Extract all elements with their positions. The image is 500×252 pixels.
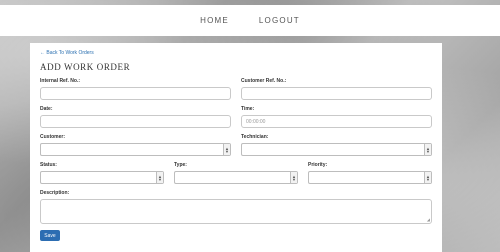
ref-row: Internal Ref. No.: Customer Ref. No.:	[40, 78, 432, 100]
time-field: Time: 00:00:00	[241, 106, 432, 128]
internal-ref-label: Internal Ref. No.:	[40, 78, 81, 84]
customer-label: Customer:	[40, 134, 66, 140]
internal-ref-input[interactable]	[40, 87, 231, 100]
select-arrows-icon: ▲ ▼	[156, 172, 163, 183]
date-time-row: Date: Time: 00:00:00	[40, 106, 432, 128]
time-input[interactable]: 00:00:00	[241, 115, 432, 128]
work-order-form-panel: ← Back To Work Orders ADD WORK ORDER Int…	[30, 43, 442, 252]
nav-logout-link[interactable]: LOGOUT	[259, 16, 300, 25]
description-label: Description:	[40, 190, 70, 196]
customer-ref-label: Customer Ref. No.:	[241, 78, 287, 84]
customer-ref-input[interactable]	[241, 87, 432, 100]
date-input[interactable]	[40, 115, 231, 128]
type-label: Type:	[174, 162, 187, 168]
customer-field: Customer: ▲ ▼	[40, 134, 231, 156]
priority-label: Priority:	[308, 162, 328, 168]
date-field: Date:	[40, 106, 231, 128]
type-select[interactable]: ▲ ▼	[174, 171, 298, 184]
customer-ref-field: Customer Ref. No.:	[241, 78, 432, 100]
internal-ref-field: Internal Ref. No.:	[40, 78, 231, 100]
select-arrows-icon: ▲ ▼	[290, 172, 297, 183]
priority-field: Priority: ▲ ▼	[308, 162, 432, 184]
status-type-priority-row: Status: ▲ ▼ Type: ▲ ▼ Priority: ▲ ▼	[40, 162, 432, 184]
status-field: Status: ▲ ▼	[40, 162, 164, 184]
customer-technician-row: Customer: ▲ ▼ Technician: ▲ ▼	[40, 134, 432, 156]
select-arrows-icon: ▲ ▼	[424, 144, 431, 155]
save-button[interactable]: Save	[40, 230, 60, 241]
top-navbar: HOME LOGOUT	[0, 5, 500, 36]
technician-label: Technician:	[241, 134, 269, 140]
type-field: Type: ▲ ▼	[174, 162, 298, 184]
description-field: Description: ◢	[40, 190, 432, 224]
technician-field: Technician: ▲ ▼	[241, 134, 432, 156]
page-title: ADD WORK ORDER	[40, 62, 131, 72]
select-arrows-icon: ▲ ▼	[424, 172, 431, 183]
priority-select[interactable]: ▲ ▼	[308, 171, 432, 184]
status-label: Status:	[40, 162, 57, 168]
resize-grip-icon[interactable]: ◢	[427, 218, 430, 222]
technician-select[interactable]: ▲ ▼	[241, 143, 432, 156]
back-to-work-orders-link[interactable]: ← Back To Work Orders	[40, 50, 432, 56]
select-arrows-icon: ▲ ▼	[223, 144, 230, 155]
nav-home-link[interactable]: HOME	[200, 16, 229, 25]
description-textarea[interactable]: ◢	[40, 199, 432, 224]
customer-select[interactable]: ▲ ▼	[40, 143, 231, 156]
time-label: Time:	[241, 106, 255, 112]
date-label: Date:	[40, 106, 53, 112]
status-select[interactable]: ▲ ▼	[40, 171, 164, 184]
